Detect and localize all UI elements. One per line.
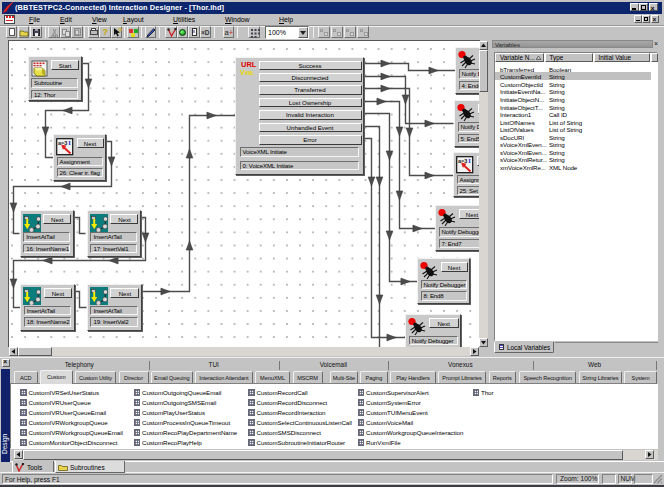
svg-text:a=3: a=3	[58, 139, 67, 145]
svg-text:a=3: a=3	[458, 157, 467, 163]
